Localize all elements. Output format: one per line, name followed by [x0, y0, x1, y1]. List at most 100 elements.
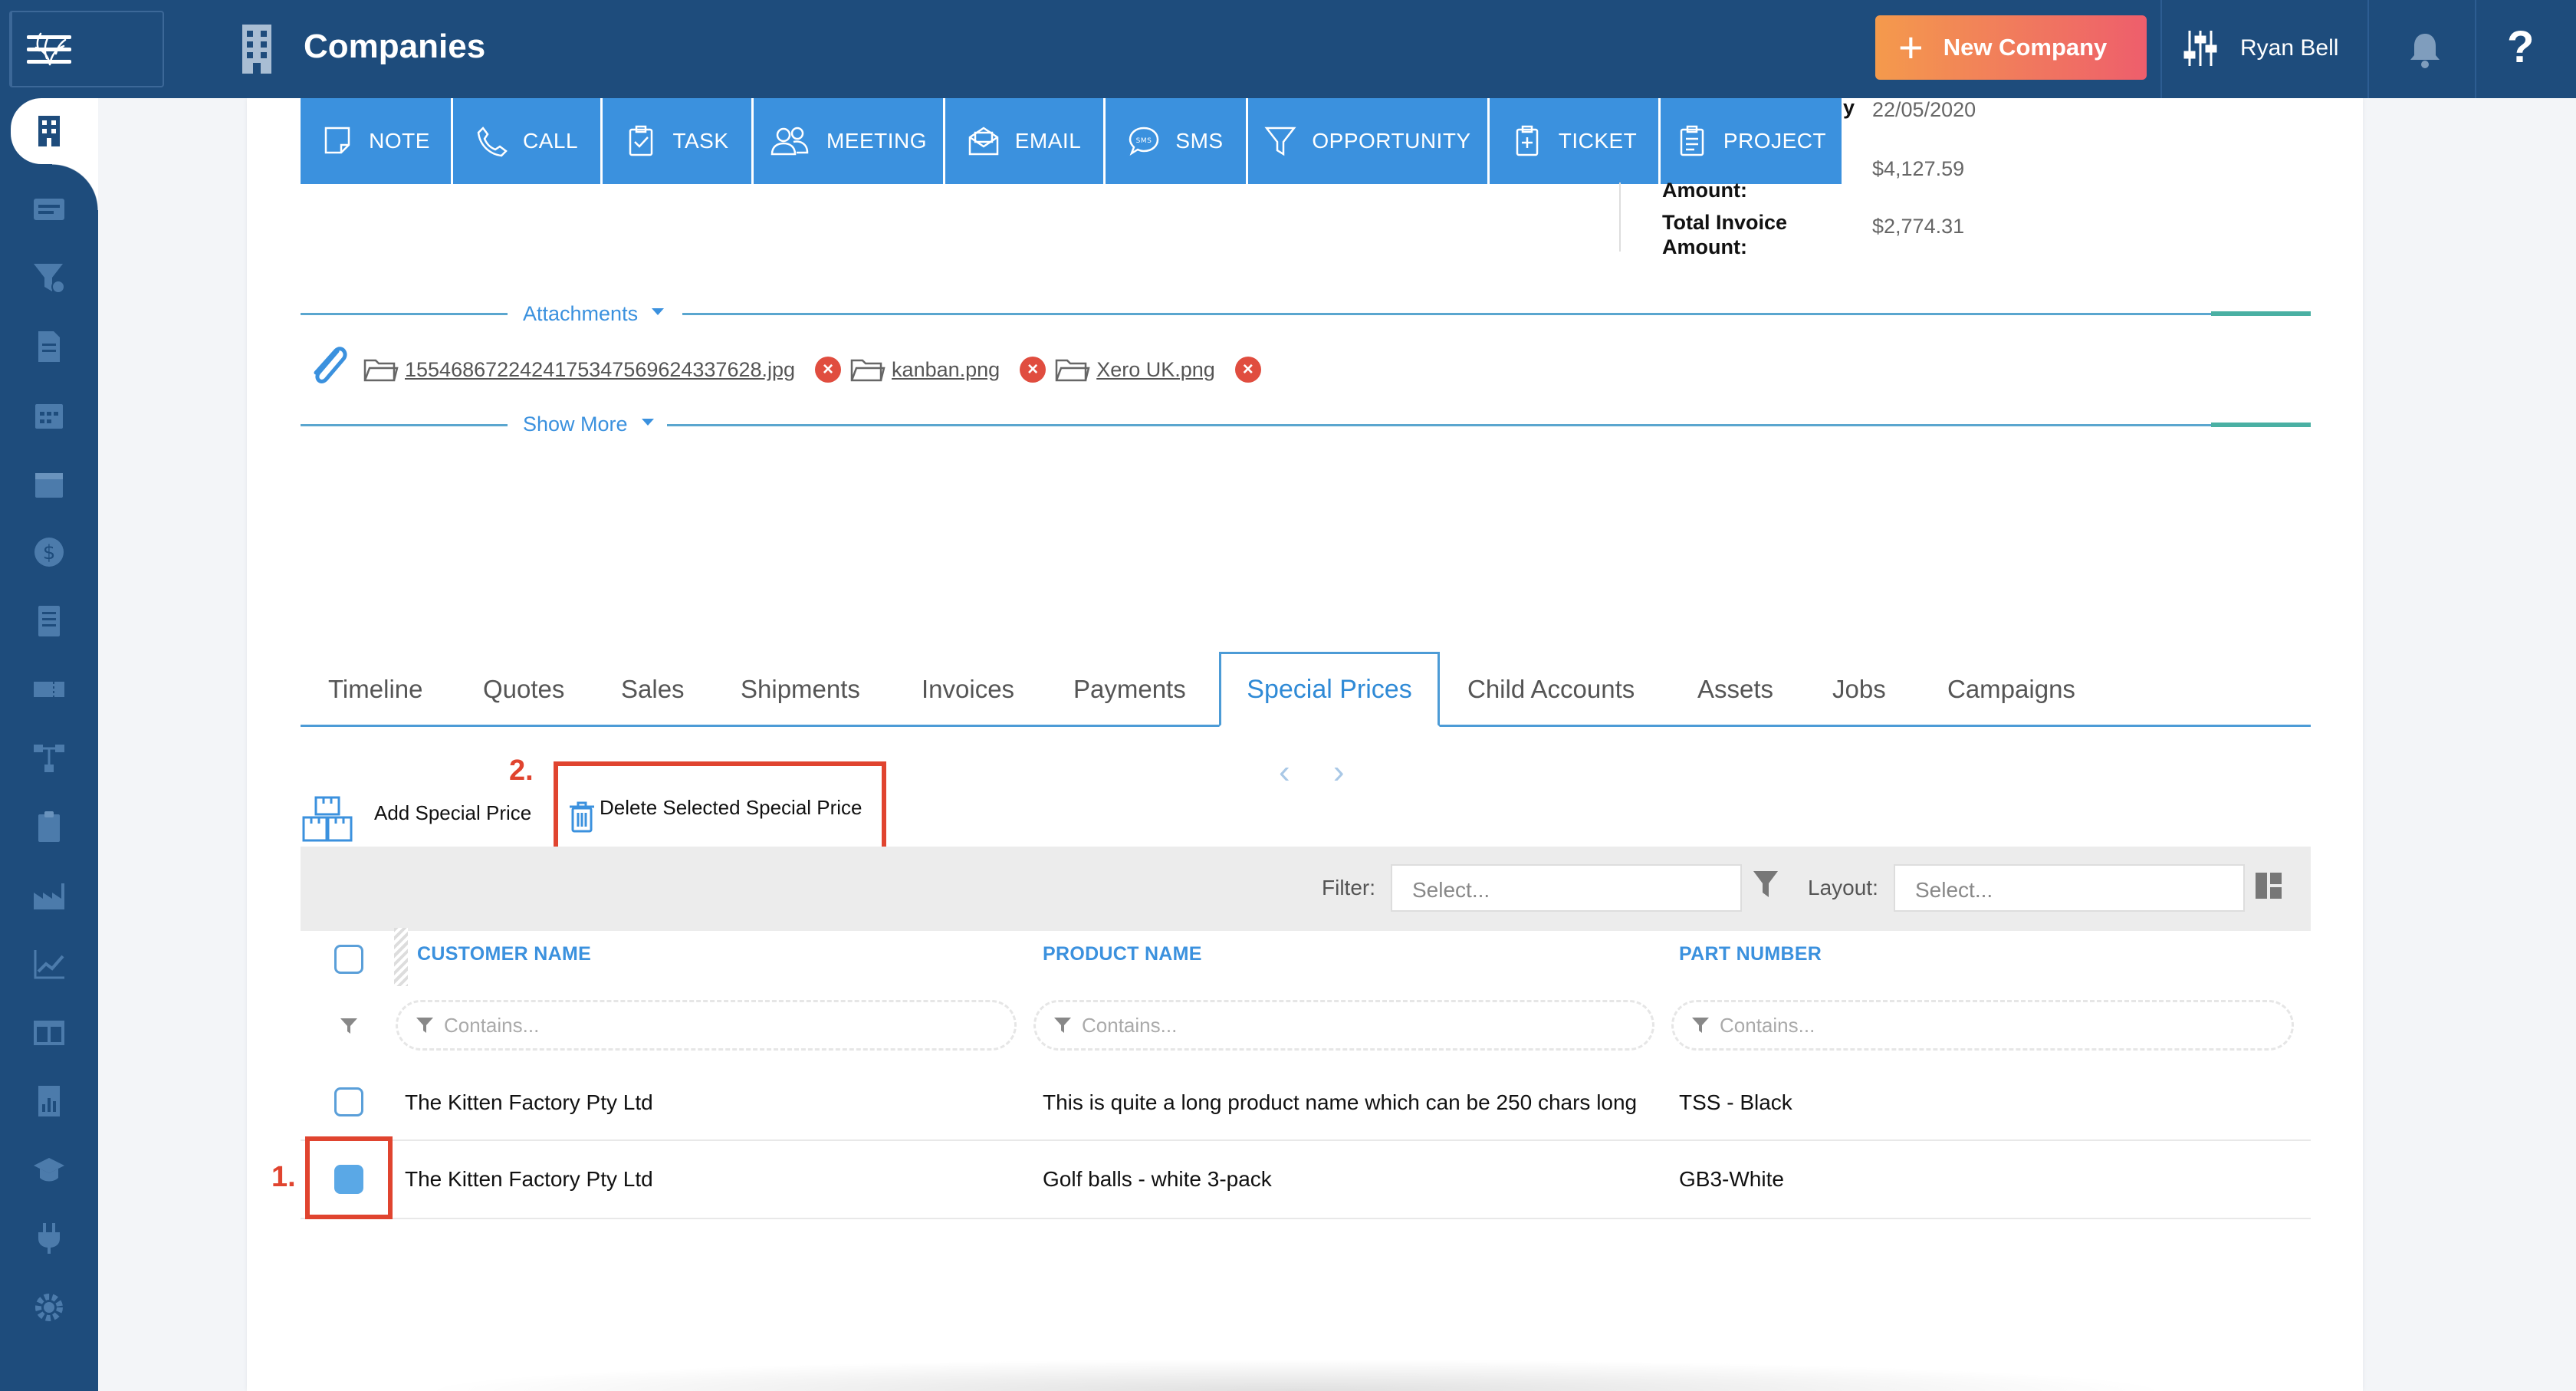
sidebar-item-academy[interactable]: [0, 1136, 98, 1205]
sidebar-item-tickets[interactable]: [0, 656, 98, 725]
sidebar-item-documents[interactable]: [0, 312, 98, 381]
call-button[interactable]: CALL: [453, 98, 603, 184]
attachments-toggle[interactable]: Attachments: [523, 302, 665, 326]
paperclip-icon: [314, 347, 347, 383]
funnel-icon: [1054, 1018, 1071, 1033]
app-logo-button[interactable]: [11, 12, 87, 86]
tab-assets[interactable]: Assets: [1697, 675, 1773, 704]
amount-value: $4,127.59: [1872, 157, 1965, 180]
summary-date-value: 22/05/2020: [1872, 98, 1976, 121]
tab-sales[interactable]: Sales: [621, 675, 685, 704]
tab-scroll-arrows[interactable]: ‹ ›: [1279, 753, 1362, 791]
customer-filter-input[interactable]: Contains...: [396, 1000, 1017, 1051]
remove-attachment-icon[interactable]: ×: [815, 357, 842, 383]
total-invoice-label: Total Invoice Amount:: [1662, 210, 1787, 259]
note-button[interactable]: NOTE: [301, 98, 453, 184]
plug-icon: [38, 1223, 60, 1255]
product-filter-input[interactable]: Contains...: [1033, 1000, 1654, 1051]
layout-label: Layout:: [1808, 876, 1878, 899]
attachment-name: Xero UK.png: [1096, 357, 1215, 381]
layout-select[interactable]: Select...: [1894, 864, 2245, 912]
sms-button[interactable]: SMS SMS: [1106, 98, 1248, 184]
sidebar-item-finance[interactable]: $: [0, 518, 98, 587]
remove-attachment-icon[interactable]: ×: [1020, 357, 1046, 383]
sidebar-item-companies[interactable]: [11, 98, 98, 210]
sidebar-item-calendar[interactable]: [0, 381, 98, 450]
attachment-link[interactable]: 15546867224241753475696243376​28.jpg: [363, 356, 795, 383]
column-header-part-number[interactable]: PART NUMBER: [1679, 943, 1822, 965]
new-company-label: New Company: [1943, 34, 2108, 61]
new-company-button[interactable]: + New Company: [1875, 15, 2147, 80]
record-tabs: Timeline Quotes Sales Shipments Invoices…: [301, 652, 2311, 727]
help-button[interactable]: ?: [2507, 21, 2534, 73]
task-button[interactable]: TASK: [603, 98, 754, 184]
part-number-filter-placeholder: Contains...: [1720, 1013, 1815, 1037]
column-header-product[interactable]: PRODUCT NAME: [1043, 943, 1202, 965]
settings-icon: [35, 1293, 63, 1321]
tab-campaigns[interactable]: Campaigns: [1947, 675, 2075, 704]
email-button[interactable]: EMAIL: [945, 98, 1106, 184]
tab-timeline[interactable]: Timeline: [328, 675, 422, 704]
meeting-icon: [770, 127, 809, 156]
sidebar-item-integrations[interactable]: [0, 1205, 98, 1274]
customer-filter-placeholder: Contains...: [444, 1013, 540, 1037]
bell-icon[interactable]: [2407, 31, 2443, 69]
filter-select[interactable]: Select...: [1391, 864, 1742, 912]
sliders-icon[interactable]: [2183, 29, 2217, 67]
annotation-step-2: 2.: [509, 755, 534, 787]
remove-attachment-icon[interactable]: ×: [1234, 357, 1261, 383]
sidebar-nav: $: [0, 175, 98, 1342]
tab-jobs[interactable]: Jobs: [1832, 675, 1886, 704]
dollar-icon: $: [34, 538, 64, 567]
opportunity-button[interactable]: OPPORTUNITY: [1248, 98, 1490, 184]
row-filter-icon[interactable]: [340, 1018, 357, 1034]
user-name[interactable]: Ryan Bell: [2240, 35, 2338, 61]
select-all-checkbox[interactable]: [334, 945, 363, 974]
sidebar-item-manufacturing[interactable]: [0, 861, 98, 930]
contacts-card-icon: [34, 198, 64, 220]
column-resize-handle[interactable]: [394, 928, 408, 986]
add-special-price-button[interactable]: Add Special Price: [301, 794, 531, 843]
sms-label: SMS: [1175, 129, 1224, 153]
note-label: NOTE: [369, 129, 430, 153]
part-number-filter-input[interactable]: Contains...: [1671, 1000, 2294, 1051]
column-header-customer[interactable]: CUSTOMER NAME: [417, 943, 591, 965]
row-checkbox[interactable]: [334, 1087, 363, 1116]
phone-icon: [477, 127, 508, 157]
sidebar-item-analytics[interactable]: [0, 930, 98, 999]
funnel-icon[interactable]: [1753, 870, 1779, 900]
analytics-icon: [34, 950, 64, 979]
sidebar-item-events[interactable]: [0, 449, 98, 518]
sidebar-item-contacts[interactable]: [0, 175, 98, 244]
main-panel: [247, 98, 2363, 1391]
tab-invoices[interactable]: Invoices: [922, 675, 1014, 704]
attachment-link[interactable]: Xero UK.png: [1055, 356, 1215, 383]
tab-payments[interactable]: Payments: [1073, 675, 1186, 704]
tab-shipments[interactable]: Shipments: [741, 675, 860, 704]
sidebar-item-lists[interactable]: [0, 587, 98, 656]
tab-child-accounts[interactable]: Child Accounts: [1467, 675, 1635, 704]
ticket-button[interactable]: TICKET: [1490, 98, 1661, 184]
layout-grid-icon[interactable]: [2256, 873, 2282, 899]
tab-quotes[interactable]: Quotes: [483, 675, 564, 704]
email-icon: [968, 127, 998, 156]
folder-icon: [363, 359, 399, 382]
divider: [667, 424, 2311, 426]
meeting-button[interactable]: MEETING: [754, 98, 945, 184]
sidebar-item-reports[interactable]: [0, 1067, 98, 1136]
customer-name-cell: The Kitten Factory Pty Ltd: [405, 1167, 653, 1191]
sidebar-item-settings[interactable]: [0, 1273, 98, 1342]
product-name-cell: This is quite a long product name which …: [1043, 1090, 1638, 1114]
sidebar-item-projects[interactable]: [0, 793, 98, 862]
sidebar-item-dashboards[interactable]: [0, 998, 98, 1067]
divider-accent: [2211, 311, 2311, 316]
sprout-logo-icon: [34, 32, 67, 66]
show-more-toggle[interactable]: Show More: [523, 413, 654, 436]
attachment-link[interactable]: kanban.png: [850, 356, 1000, 383]
total-invoice-label-line2: Amount:: [1662, 235, 1747, 258]
divider: [682, 313, 2311, 315]
sidebar-item-sales[interactable]: [0, 244, 98, 313]
project-button[interactable]: PROJECT: [1661, 98, 1842, 184]
tab-special-prices[interactable]: Special Prices: [1219, 652, 1440, 727]
sidebar-item-workflows[interactable]: [0, 724, 98, 793]
